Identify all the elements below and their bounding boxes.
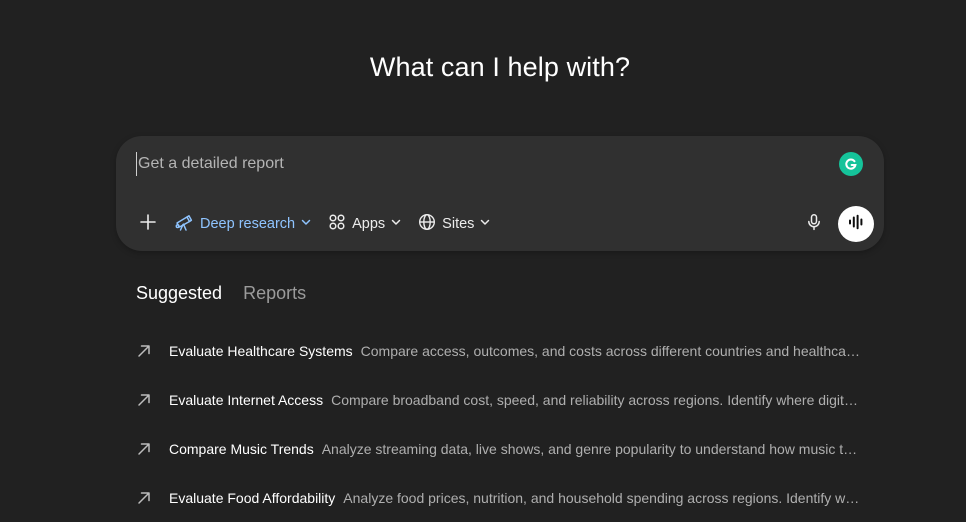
prompt-input[interactable] [136, 152, 818, 176]
suggestion-description: Compare access, outcomes, and costs acro… [360, 342, 864, 359]
tab-suggested[interactable]: Suggested [136, 283, 222, 304]
suggestion-description: Analyze streaming data, live shows, and … [321, 440, 864, 457]
page: What can I help with? Get a detailed rep… [0, 0, 966, 522]
globe-icon [418, 213, 436, 235]
composer-toolbar: Deep research Apps Sites [132, 208, 501, 240]
plus-icon [139, 213, 157, 236]
arrow-up-right-icon [136, 441, 152, 457]
suggestion-item[interactable]: Evaluate Healthcare Systems Compare acce… [136, 326, 864, 375]
deep-research-button[interactable]: Deep research [168, 208, 318, 240]
suggestion-item[interactable]: Evaluate Food Affordability Analyze food… [136, 473, 864, 522]
suggestion-tabs: Suggested Reports [136, 283, 327, 304]
chevron-down-icon [300, 216, 312, 232]
composer: Deep research [116, 136, 884, 251]
tab-reports[interactable]: Reports [243, 283, 306, 304]
arrow-up-right-icon [136, 392, 152, 408]
apps-label: Apps [352, 216, 386, 232]
suggestion-title: Evaluate Food Affordability [169, 489, 336, 506]
microphone-icon [805, 213, 823, 236]
page-title: What can I help with? [369, 52, 631, 82]
suggestion-description: Analyze food prices, nutrition, and hous… [343, 489, 864, 506]
arrow-up-right-icon [136, 490, 152, 506]
apps-button[interactable]: Apps [322, 208, 408, 240]
deep-research-label: Deep research [200, 216, 296, 232]
chevron-down-icon [390, 216, 402, 232]
chevron-down-icon [479, 216, 491, 232]
telescope-icon [174, 212, 194, 236]
suggestion-item[interactable]: Compare Music Trends Analyze streaming d… [136, 424, 864, 473]
arrow-up-right-icon [136, 343, 152, 359]
grammarly-icon[interactable] [839, 152, 863, 176]
suggestion-title: Evaluate Healthcare Systems [169, 342, 353, 359]
grid-icon [328, 213, 346, 235]
suggestion-title: Compare Music Trends [169, 440, 314, 457]
suggestion-item[interactable]: Evaluate Internet Access Compare broadba… [136, 375, 864, 424]
sites-label: Sites [442, 216, 475, 232]
add-button[interactable] [132, 208, 164, 240]
voice-mode-button[interactable] [838, 206, 874, 242]
sites-button[interactable]: Sites [412, 208, 497, 240]
suggestion-list: Evaluate Healthcare Systems Compare acce… [136, 326, 864, 522]
suggestion-description: Compare broadband cost, speed, and relia… [331, 391, 864, 408]
suggestion-title: Evaluate Internet Access [169, 391, 324, 408]
dictate-button[interactable] [798, 208, 830, 240]
voice-waveform-icon [847, 213, 865, 236]
